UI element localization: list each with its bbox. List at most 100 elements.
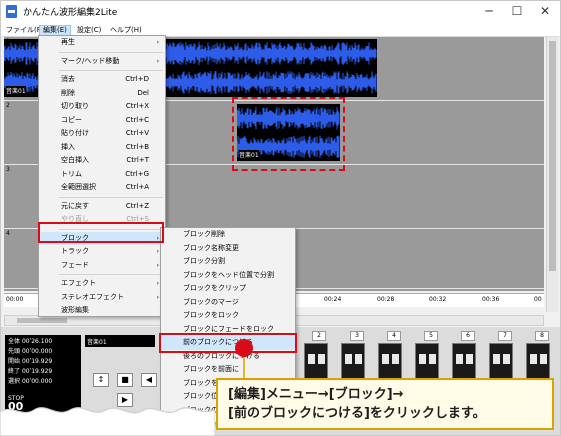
menu-item-shortcut: Ctrl+T <box>126 156 149 164</box>
edit-menu-item[interactable]: ステレオエフェクト › <box>39 291 165 305</box>
block-menu-item[interactable]: ブロック名称変更 <box>161 242 295 256</box>
menu-item-label: マーク/ヘッド移動 <box>61 56 120 65</box>
block-menu-item[interactable]: ブロックをヘッド位置で分割 <box>161 269 295 283</box>
menu-item-label: ブロック削除 <box>183 230 225 238</box>
menu-item-label: ブロックのマージ <box>183 297 239 306</box>
menu-item-label: トリム <box>61 169 82 178</box>
edit-menu-item[interactable]: フェード › <box>39 259 165 273</box>
edit-menu-item[interactable]: エフェクト › <box>39 277 165 291</box>
edit-menu: 再生 › マーク/ヘッド移動 › 消去 Ctrl+D 削除 Del 切り取り Ctrl+X コピー C… <box>38 35 166 317</box>
time-info-panel: 全体 00ʹ26.100 先頭 00ʹ00.000 開始 00ʹ19.929 終… <box>5 335 81 393</box>
ruler-tick: 00:32 <box>429 296 447 303</box>
menu-item-shortcut: Ctrl+D <box>125 75 149 83</box>
chevron-right-icon: › <box>156 261 159 269</box>
menu-item-label: 全範囲選択 <box>61 183 96 191</box>
channel-number: 5 <box>424 331 438 341</box>
menu-item-label: エフェクト <box>61 279 96 287</box>
clip-name-field: 音楽01 <box>85 335 155 347</box>
window-title: かんたん波形編集2Lite <box>23 8 118 18</box>
channel-number: 6 <box>461 331 475 341</box>
channel-number: 4 <box>387 331 401 341</box>
menu-item-label: ブロックをクリップ <box>183 284 246 292</box>
menu-item-label: ブロック名称変更 <box>183 243 239 252</box>
menu-item-label: ステレオエフェクト <box>61 292 124 301</box>
menu-separator <box>59 51 163 53</box>
menu-item-shortcut: Ctrl+B <box>125 142 149 151</box>
callout-line-2: [前のブロックにつける]をクリックします。 <box>228 406 486 421</box>
highlight-frame-block <box>38 222 164 243</box>
callout-line-1: [編集]メニュー→[ブロック]→ <box>228 387 404 402</box>
block-menu-item[interactable]: ブロック削除 <box>161 228 295 242</box>
edit-menu-item[interactable]: トラック › <box>39 245 165 259</box>
title-bar: かんたん波形編集2Lite ─ ☐ ✕ <box>1 1 560 23</box>
menu-item-label: 削除 <box>61 88 75 97</box>
instruction-callout: [編集]メニュー→[ブロック]→ [前のブロックにつける]をクリックします。 <box>216 378 554 430</box>
block-menu-item[interactable]: ブロック分割 <box>161 255 295 269</box>
minimize-button[interactable]: ─ <box>480 3 498 19</box>
menu-separator <box>59 274 163 275</box>
edit-menu-item[interactable]: 空白挿入 Ctrl+T <box>39 154 165 168</box>
edit-menu-item[interactable]: コピー Ctrl+C <box>39 114 165 128</box>
menu-item-label: フェード <box>61 260 89 269</box>
torn-edge <box>0 407 215 436</box>
channel-number: 8 <box>535 331 549 341</box>
up-down-button[interactable]: ↕ <box>93 373 109 387</box>
channel-number: 2 <box>312 331 326 341</box>
block-menu-item[interactable]: ブロックをクリップ <box>161 282 295 296</box>
menu-item-shortcut: Ctrl+C <box>125 115 149 124</box>
close-button[interactable]: ✕ <box>536 3 554 19</box>
menu-item-label: 波形編集 <box>61 306 89 314</box>
edit-menu-item[interactable]: トリム Ctrl+G <box>39 168 165 182</box>
callout-dot <box>235 339 253 357</box>
ruler-tick: 00:28 <box>377 296 395 303</box>
ruler-tick: 00:00 <box>6 296 24 303</box>
track-number: 2 <box>6 102 10 109</box>
chevron-right-icon: › <box>156 293 159 301</box>
menu-item-label: 元に戻す <box>61 201 89 210</box>
stop-button[interactable]: ■ <box>117 373 133 387</box>
info-row: 終了 00ʹ19.929 <box>8 368 53 375</box>
vertical-scrollbar[interactable] <box>546 37 558 312</box>
menu-item-label: 切り取り <box>61 102 89 110</box>
menu-item-shortcut: Del <box>137 88 149 97</box>
chevron-right-icon: › <box>156 39 159 46</box>
block-menu-item[interactable]: ブロックのマージ <box>161 296 295 310</box>
ruler-tick: 00 <box>534 296 542 303</box>
ruler-tick: 00:24 <box>324 296 342 303</box>
maximize-button[interactable]: ☐ <box>508 3 526 19</box>
edit-menu-item[interactable]: 挿入 Ctrl+B <box>39 141 165 155</box>
channel-number: 3 <box>350 331 364 341</box>
edit-menu-item[interactable]: 元に戻す Ctrl+Z <box>39 200 165 214</box>
scroll-thumb[interactable] <box>549 41 556 271</box>
track-number: 4 <box>6 230 10 237</box>
highlight-frame-attach <box>159 333 297 353</box>
menu-item-label: トラック <box>61 247 89 255</box>
edit-menu-item[interactable]: 全範囲選択 Ctrl+A <box>39 181 165 195</box>
app-icon <box>6 5 17 18</box>
edit-menu-item[interactable]: 貼り付け Ctrl+V <box>39 127 165 141</box>
menu-item-label: ブロックを前面に <box>183 365 239 373</box>
chevron-right-icon: › <box>156 280 159 287</box>
chevron-right-icon: › <box>156 248 159 255</box>
menu-item-label: ブロックにフェードをロック <box>183 324 274 333</box>
edit-menu-item[interactable]: 再生 › <box>39 36 165 50</box>
edit-menu-item[interactable]: 消去 Ctrl+D <box>39 73 165 87</box>
menu-item-shortcut: Ctrl+G <box>125 169 149 178</box>
menu-item-label: 貼り付け <box>61 129 89 137</box>
scroll-thumb[interactable] <box>17 318 67 323</box>
info-row: 全体 00ʹ26.100 <box>8 338 53 345</box>
edit-menu-item[interactable]: 波形編集 <box>39 304 165 318</box>
chevron-right-icon: › <box>156 57 159 65</box>
menu-separator <box>59 196 163 198</box>
rewind-button[interactable]: ◀ <box>141 373 157 387</box>
channel-number: 7 <box>498 331 512 341</box>
edit-menu-item[interactable]: 削除 Del <box>39 87 165 101</box>
menu-item-shortcut: Ctrl+V <box>125 129 149 137</box>
menu-item-label: ブロックをロック <box>183 311 239 319</box>
menu-item-shortcut: Ctrl+X <box>125 102 149 110</box>
info-row: 先頭 00ʹ00.000 <box>8 348 53 355</box>
block-menu-item[interactable]: ブロックを前面に <box>161 363 295 377</box>
block-menu-item[interactable]: ブロックをロック <box>161 309 295 323</box>
edit-menu-item[interactable]: マーク/ヘッド移動 › <box>39 55 165 69</box>
edit-menu-item[interactable]: 切り取り Ctrl+X <box>39 100 165 114</box>
